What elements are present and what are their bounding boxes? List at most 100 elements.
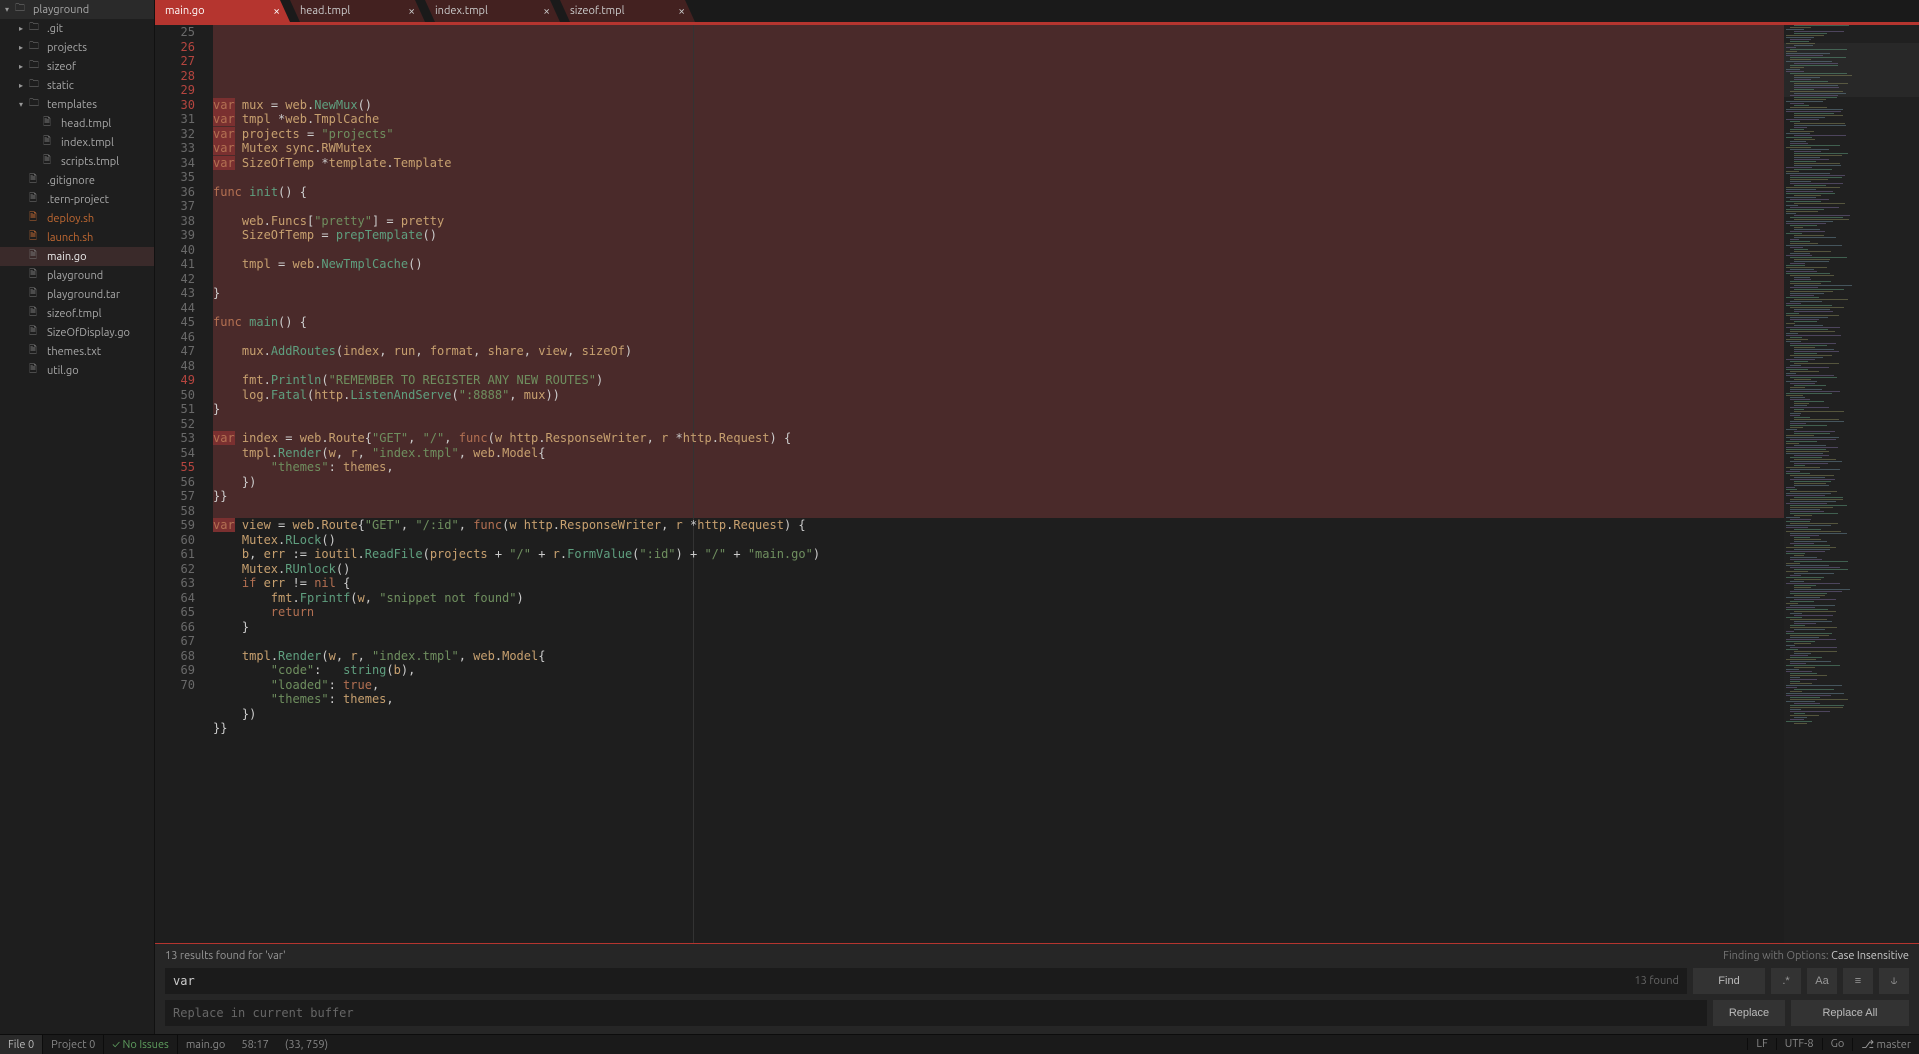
find-options-label: Finding with Options: (1723, 950, 1828, 962)
file-icon: 🗎 (29, 210, 43, 227)
tab-label: index.tmpl (435, 5, 488, 17)
tree-item[interactable]: 🗎 themes.txt (0, 342, 154, 361)
tree-item[interactable]: 🗎 SizeOfDisplay.go (0, 323, 154, 342)
tree-item-label: projects (47, 42, 87, 54)
tree-item[interactable]: 🗎deploy.sh (0, 209, 154, 228)
replace-button[interactable]: Replace (1713, 1000, 1785, 1026)
tree-item-label: sizeof.tmpl (47, 308, 101, 320)
close-icon[interactable]: × (531, 5, 550, 18)
file-icon: 🗎 (29, 248, 43, 265)
tree-item[interactable]: 🗎 launch.sh (0, 228, 154, 247)
editor-tab[interactable]: head.tmpl × (290, 0, 425, 22)
file-icon: 🗎 (29, 191, 43, 208)
find-button[interactable]: Find (1693, 968, 1765, 994)
tree-item-label: sizeof (47, 61, 76, 73)
chevron-icon: ▾ (5, 5, 15, 14)
code-editor[interactable]: 2526272829303132333435363738394041424344… (155, 25, 1919, 943)
folder-icon: 🗀 (29, 39, 43, 56)
tree-item-label: util.go (47, 365, 79, 377)
close-icon[interactable]: × (396, 5, 415, 18)
tree-item[interactable]: ▸🗀.git (0, 19, 154, 38)
status-encoding[interactable]: UTF-8 (1776, 1038, 1822, 1050)
replace-input[interactable] (165, 1000, 1707, 1026)
tree-item[interactable]: 🗎playground.tar (0, 285, 154, 304)
tree-item[interactable]: 🗎 index.tmpl (0, 133, 154, 152)
tab-label: sizeof.tmpl (570, 5, 624, 17)
minimap[interactable] (1784, 25, 1919, 943)
find-options-value: Case Insensitive (1831, 950, 1909, 962)
wholeword-toggle-icon[interactable]: ⫝ (1879, 968, 1909, 994)
close-icon[interactable]: × (666, 5, 685, 18)
tab-label: main.go (165, 5, 205, 17)
replace-all-button[interactable]: Replace All (1791, 1000, 1909, 1026)
branch-icon: ⎇ (1861, 1038, 1874, 1051)
status-file[interactable]: File 0 (0, 1035, 43, 1054)
status-cursor[interactable]: 58:17 (233, 1035, 277, 1054)
chevron-icon: ▸ (19, 43, 29, 52)
regex-toggle-icon[interactable]: .* (1771, 968, 1801, 994)
tree-item[interactable]: 🗎 scripts.tmpl (0, 152, 154, 171)
find-results-label: 13 results found for 'var' (165, 950, 286, 962)
status-eol[interactable]: LF (1747, 1038, 1775, 1050)
status-project[interactable]: Project 0 (43, 1035, 104, 1054)
tree-item[interactable]: 🗎playground (0, 266, 154, 285)
code-area[interactable]: var mux = web.NewMux()var tmpl *web.Tmpl… (213, 25, 1784, 943)
tab-bar: main.go×head.tmpl×index.tmpl×sizeof.tmpl… (155, 0, 1919, 25)
close-icon[interactable]: × (261, 5, 280, 18)
chevron-icon: ▾ (19, 100, 29, 109)
tree-item[interactable]: 🗎 util.go (0, 361, 154, 380)
tree-item-label: head.tmpl (61, 118, 111, 130)
file-icon: 🗎 (29, 229, 43, 246)
file-icon: 🗎 (43, 134, 57, 151)
tree-item[interactable]: ▸🗀 sizeof (0, 57, 154, 76)
editor-tab[interactable]: index.tmpl × (425, 0, 560, 22)
file-icon: 🗎 (29, 324, 43, 341)
tree-item-label: static (47, 80, 74, 92)
status-bar: File 0 Project 0 ✓ No Issues main.go 58:… (0, 1034, 1919, 1054)
tree-item[interactable]: ▾🗀 playground (0, 0, 154, 19)
tree-item-label: main.go (47, 251, 87, 263)
editor-tab[interactable]: sizeof.tmpl × (560, 0, 695, 22)
tab-label: head.tmpl (300, 5, 350, 17)
chevron-icon: ▸ (19, 24, 29, 33)
tree-item[interactable]: ▾🗀templates (0, 95, 154, 114)
chevron-icon: ▸ (19, 81, 29, 90)
tree-item[interactable]: ▸🗀 projects (0, 38, 154, 57)
editor-tab[interactable]: main.go × (155, 0, 290, 22)
tree-item-label: index.tmpl (61, 137, 114, 149)
tree-item-label: templates (47, 99, 97, 111)
tree-item[interactable]: 🗎 main.go (0, 247, 154, 266)
find-input[interactable] (165, 968, 1687, 994)
folder-icon: 🗀 (29, 20, 43, 37)
folder-icon: 🗀 (29, 58, 43, 75)
tree-item-label: .tern-project (47, 194, 109, 206)
tree-item[interactable]: 🗎 .tern-project (0, 190, 154, 209)
tree-item[interactable]: 🗎sizeof.tmpl (0, 304, 154, 323)
chevron-icon: ▸ (19, 62, 29, 71)
line-number-gutter[interactable]: 2526272829303132333435363738394041424344… (155, 25, 213, 943)
tree-item-label: themes.txt (47, 346, 101, 358)
case-toggle-icon[interactable]: Aa (1807, 968, 1837, 994)
tree-item-label: .gitignore (47, 175, 95, 187)
tree-item-label: SizeOfDisplay.go (47, 327, 130, 339)
find-replace-panel: 13 results found for 'var' Finding with … (155, 943, 1919, 1034)
status-selection: (33, 759) (277, 1035, 336, 1054)
folder-icon: 🗀 (15, 1, 29, 18)
file-icon: 🗎 (43, 115, 57, 132)
status-language[interactable]: Go (1822, 1038, 1853, 1050)
file-icon: 🗎 (43, 153, 57, 170)
file-tree[interactable]: ▾🗀playground▸🗀.git▸🗀projects▸🗀sizeof▸🗀st… (0, 0, 155, 1034)
tree-item[interactable]: ▸🗀static (0, 76, 154, 95)
selection-toggle-icon[interactable]: ≡ (1843, 968, 1873, 994)
file-icon: 🗎 (29, 362, 43, 379)
tree-item-label: scripts.tmpl (61, 156, 119, 168)
tree-item-label: launch.sh (47, 232, 93, 244)
status-filename: main.go (178, 1035, 234, 1054)
tree-item-label: playground.tar (47, 289, 120, 301)
tree-item[interactable]: 🗎 head.tmpl (0, 114, 154, 133)
tree-item[interactable]: 🗎.gitignore (0, 171, 154, 190)
tree-item-label: playground (33, 4, 89, 16)
status-issues[interactable]: ✓ No Issues (104, 1035, 178, 1054)
file-icon: 🗎 (29, 343, 43, 360)
status-branch[interactable]: ⎇ master (1852, 1038, 1919, 1051)
